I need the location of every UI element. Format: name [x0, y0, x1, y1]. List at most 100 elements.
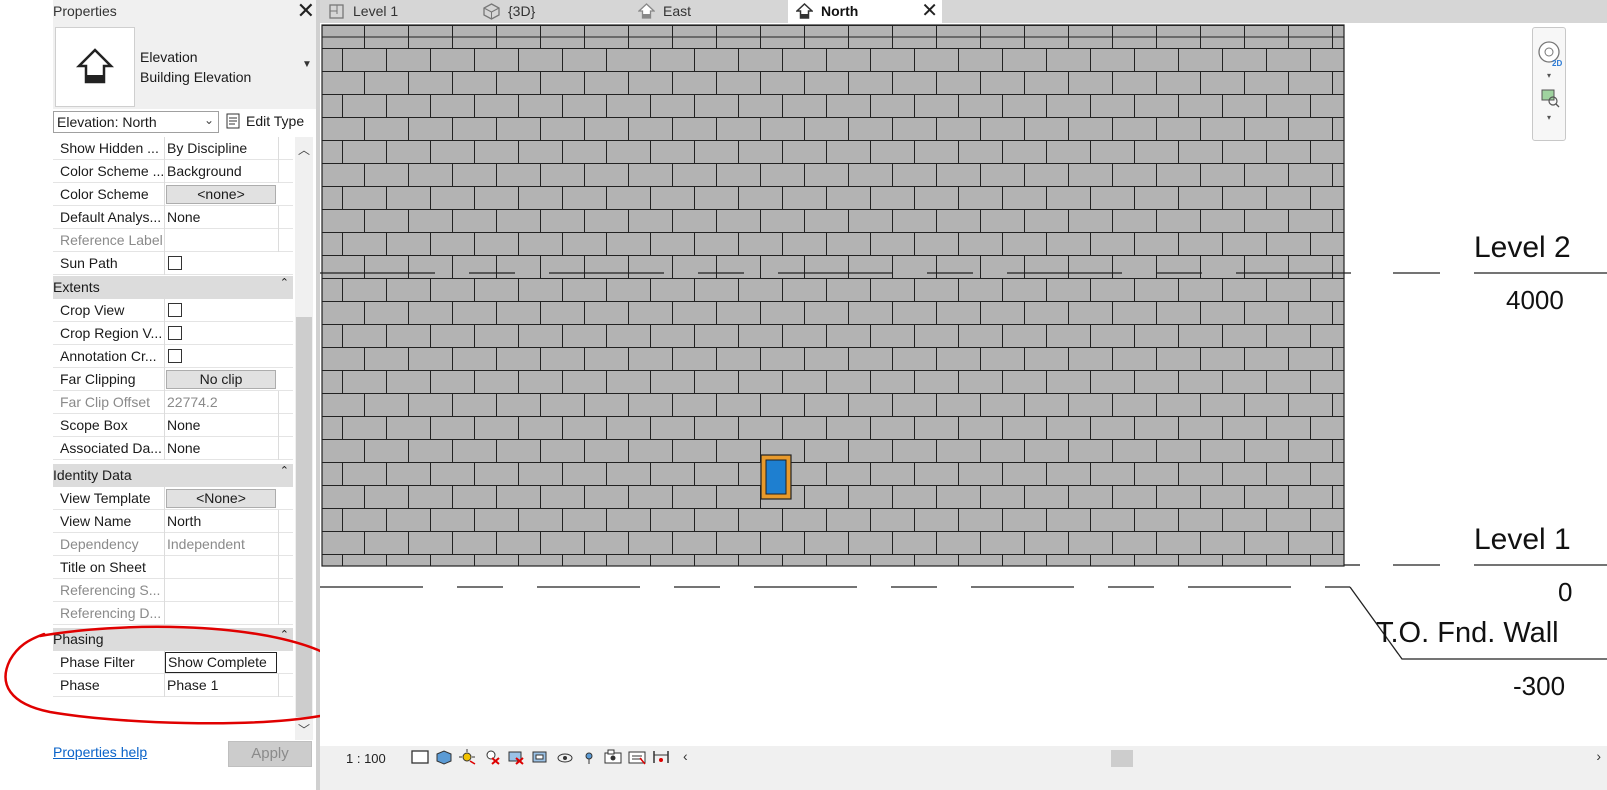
view-tab-bar: Level 1 {3D} East North ✕	[320, 0, 1607, 23]
prop-row-view-name[interactable]: View Name North	[53, 510, 293, 533]
tab-3d[interactable]: {3D}	[475, 0, 630, 23]
prop-label: Color Scheme	[60, 186, 149, 202]
properties-grid: Show Hidden ... By Discipline Color Sche…	[53, 137, 293, 703]
prop-row-view-template[interactable]: View Template <None>	[53, 487, 293, 510]
level-1-elevation[interactable]: 0	[1558, 577, 1572, 608]
tab-east[interactable]: East	[630, 0, 785, 23]
prop-value[interactable]: By Discipline	[167, 140, 289, 156]
tab-north[interactable]: North ✕	[788, 0, 942, 23]
group-extents[interactable]: Extents ⌃	[53, 276, 293, 299]
view-instance-selector[interactable]: Elevation: North ⌄	[53, 111, 219, 133]
prop-row-scope-box[interactable]: Scope Box None	[53, 414, 293, 437]
tab-level-1[interactable]: Level 1	[320, 0, 475, 23]
properties-title: Properties	[53, 3, 117, 19]
prop-row-crop-view[interactable]: Crop View	[53, 299, 293, 322]
svg-text:2D: 2D	[1552, 59, 1562, 68]
far-clipping-button[interactable]: No clip	[166, 370, 276, 389]
level-2-name[interactable]: Level 2	[1474, 231, 1571, 265]
zoom-icon[interactable]: ▾	[1534, 86, 1564, 126]
horizontal-scrollbar[interactable]: ‹ ›	[683, 748, 1607, 768]
crop-region-visible-checkbox[interactable]	[168, 326, 182, 340]
edit-type-icon	[226, 113, 240, 129]
prop-row-far-clipping[interactable]: Far Clipping No clip	[53, 368, 293, 391]
view-instance-label: Elevation: North	[57, 114, 157, 130]
color-scheme-button[interactable]: <none>	[166, 185, 276, 204]
edit-type-label: Edit Type	[246, 113, 305, 129]
prop-row-sun-path[interactable]: Sun Path	[53, 252, 293, 275]
tab-label: {3D}	[508, 3, 536, 19]
prop-row-referencing-sheet: Referencing S...	[53, 579, 293, 602]
chevron-left-icon[interactable]: ‹	[683, 748, 688, 764]
window[interactable]	[760, 454, 792, 500]
svg-text:▾: ▾	[1547, 113, 1551, 122]
prop-row-show-hidden-lines[interactable]: Show Hidden ... By Discipline	[53, 137, 293, 160]
prop-label: Reference Label	[60, 232, 163, 248]
group-identity-data[interactable]: Identity Data ⌃	[53, 464, 293, 487]
prop-label: Associated Da...	[60, 440, 162, 456]
shadows-icon[interactable]	[483, 749, 501, 765]
type-dropdown-icon[interactable]: ▼	[302, 59, 312, 70]
navigation-bar: 2D ▾ ▾	[1532, 27, 1566, 141]
collapse-icon[interactable]: ⌃	[280, 464, 289, 477]
prop-row-default-analysis[interactable]: Default Analys... None	[53, 206, 293, 229]
type-selector[interactable]: Elevation Building Elevation ▼	[53, 23, 318, 109]
chevron-right-icon[interactable]: ›	[1596, 748, 1601, 764]
close-tab-icon[interactable]: ✕	[921, 0, 938, 23]
temporary-view-properties-icon[interactable]	[628, 749, 646, 765]
prop-row-title-on-sheet[interactable]: Title on Sheet	[53, 556, 293, 579]
close-icon[interactable]: ✕	[297, 0, 315, 24]
prop-label: Crop Region V...	[60, 325, 163, 341]
apply-button[interactable]: Apply	[228, 741, 312, 767]
prop-label: Far Clipping	[60, 371, 136, 387]
fnd-wall-elevation[interactable]: -300	[1513, 671, 1565, 702]
view-template-button[interactable]: <None>	[166, 489, 276, 508]
scrollbar-thumb[interactable]	[1111, 750, 1133, 767]
crop-view-icon[interactable]	[507, 749, 525, 765]
drawing-canvas[interactable]: Level 2 4000 Level 1 0 T.O. Fnd. Wall -3…	[320, 23, 1607, 746]
temporary-hide-icon[interactable]	[580, 749, 598, 765]
properties-header: Properties ✕	[53, 0, 318, 23]
view-control-bar: 1 : 100 ‹ ›	[320, 746, 1607, 790]
prop-label: Far Clip Offset	[60, 394, 150, 410]
prop-label: View Name	[60, 513, 132, 529]
prop-row-crop-region-visible[interactable]: Crop Region V...	[53, 322, 293, 345]
prop-value[interactable]: None	[167, 209, 289, 225]
view-scale[interactable]: 1 : 100	[346, 751, 386, 766]
sun-path-icon[interactable]	[458, 749, 476, 765]
prop-label: Annotation Cr...	[60, 348, 157, 364]
prop-label: Color Scheme ...	[60, 163, 164, 179]
steering-wheel-icon[interactable]: 2D ▾	[1534, 32, 1564, 82]
level-2-elevation[interactable]: 4000	[1506, 285, 1564, 316]
chevron-up-icon[interactable]: ︿	[298, 141, 310, 158]
collapse-icon[interactable]: ⌃	[280, 276, 289, 289]
floor-plan-icon	[329, 4, 344, 19]
chevron-down-icon: ⌄	[203, 113, 214, 127]
detail-level-icon[interactable]	[411, 749, 429, 765]
prop-label: Title on Sheet	[60, 559, 146, 575]
crop-region-icon[interactable]	[531, 749, 549, 765]
reveal-constraints-icon[interactable]	[652, 749, 670, 765]
prop-row-dependency: Dependency Independent	[53, 533, 293, 556]
prop-label: Sun Path	[60, 255, 118, 271]
prop-row-associated-datum[interactable]: Associated Da... None	[53, 437, 293, 460]
prop-value[interactable]: North	[167, 513, 289, 529]
properties-help-link[interactable]: Properties help	[53, 744, 147, 760]
prop-row-color-scheme-location[interactable]: Color Scheme ... Background	[53, 160, 293, 183]
crop-view-checkbox[interactable]	[168, 303, 182, 317]
level-1-name[interactable]: Level 1	[1474, 523, 1571, 557]
prop-value[interactable]: None	[167, 440, 289, 456]
brick-wall[interactable]	[321, 24, 1345, 567]
sun-path-checkbox[interactable]	[168, 256, 182, 270]
prop-row-annotation-crop[interactable]: Annotation Cr...	[53, 345, 293, 368]
prop-value: 22774.2	[167, 394, 218, 410]
type-preview	[55, 27, 135, 107]
visual-style-icon[interactable]	[435, 749, 453, 765]
reveal-hidden-icon[interactable]	[604, 749, 622, 765]
prop-label: Scope Box	[60, 417, 128, 433]
annotation-crop-checkbox[interactable]	[168, 349, 182, 363]
prop-value[interactable]: None	[167, 417, 289, 433]
unlock-3d-view-icon[interactable]	[556, 749, 574, 765]
prop-value[interactable]: Background	[167, 163, 289, 179]
fnd-wall-name[interactable]: T.O. Fnd. Wall	[1376, 617, 1559, 650]
prop-row-color-scheme[interactable]: Color Scheme <none>	[53, 183, 293, 206]
